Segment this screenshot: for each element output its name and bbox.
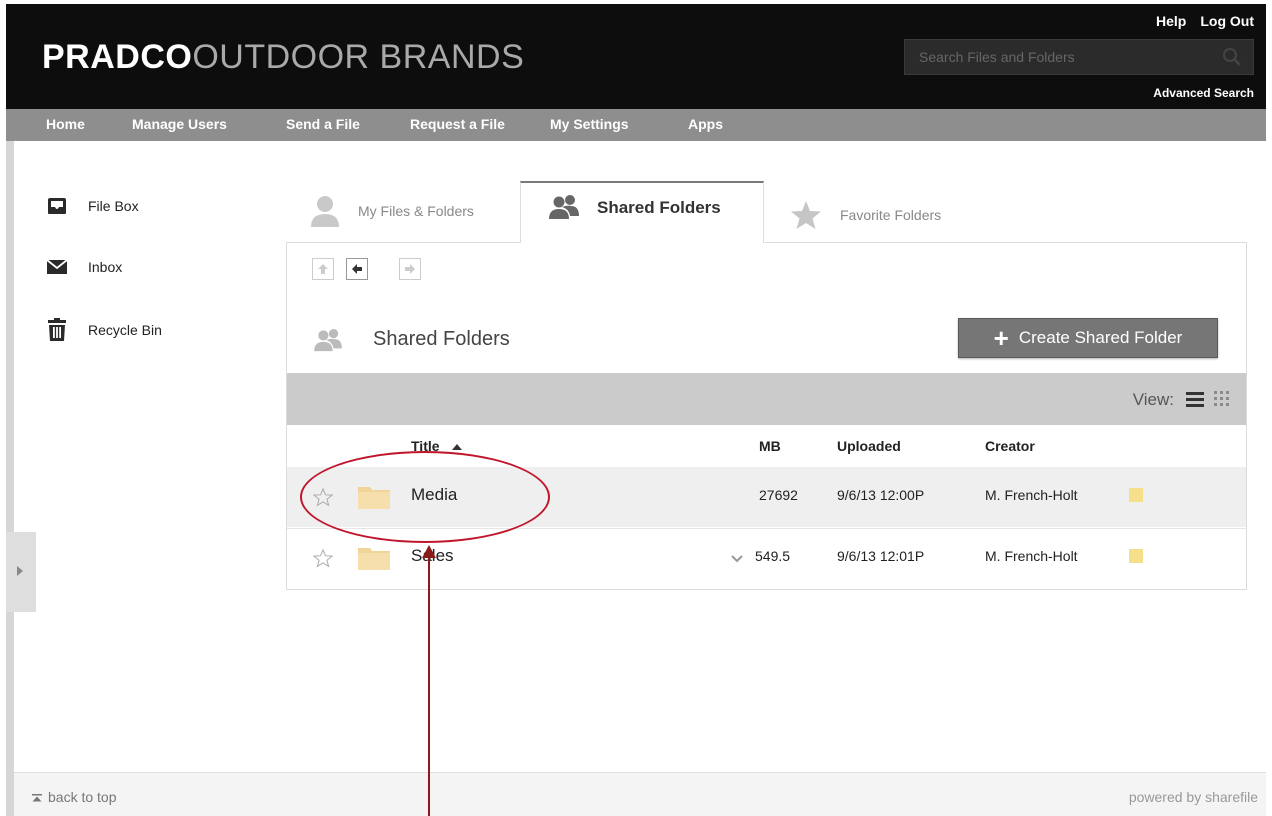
sidebar-item-label: Recycle Bin [88, 322, 162, 338]
left-strip [6, 141, 14, 816]
people-icon [314, 329, 342, 352]
forward-button[interactable] [399, 258, 421, 280]
arrow-up-icon [318, 264, 328, 274]
sidebar-item-label: Inbox [88, 259, 123, 275]
advanced-search-link[interactable]: Advanced Search [1153, 86, 1254, 100]
nav-send-a-file[interactable]: Send a File [286, 116, 360, 132]
footer: back to top powered by sharefile [14, 772, 1266, 816]
search-icon[interactable] [1221, 46, 1243, 68]
header: PRADCOOUTDOOR BRANDS Help Log Out Advance… [6, 4, 1266, 109]
nav-request-a-file[interactable]: Request a File [410, 116, 505, 132]
tab-label: Favorite Folders [840, 207, 942, 223]
sidebar-item-label: File Box [88, 198, 139, 214]
row-creator: M. French-Holt [985, 548, 1078, 564]
logo-thin: OUTDOOR BRANDS [192, 38, 525, 76]
back-button[interactable] [346, 258, 368, 280]
up-button[interactable] [312, 258, 334, 280]
brand-logo[interactable]: PRADCOOUTDOOR BRANDS [42, 38, 524, 77]
nav-home[interactable]: Home [46, 116, 85, 132]
chevron-right-icon [17, 566, 23, 576]
powered-by-text: powered by sharefile [1128, 789, 1258, 805]
person-icon [311, 196, 339, 227]
sidebar-toggle[interactable] [6, 532, 36, 612]
list-view-icon[interactable] [1186, 391, 1204, 407]
top-links: Help Log Out [1142, 13, 1254, 29]
create-button-label: Create Shared Folder [1018, 328, 1183, 347]
sidebar-item-inbox[interactable]: Inbox [46, 258, 122, 276]
view-label: View: [1132, 390, 1174, 409]
back-to-top-link[interactable]: back to top [32, 789, 117, 805]
plus-icon: + [993, 323, 1009, 353]
note-icon[interactable] [1129, 488, 1143, 502]
row-mb: 27692 [759, 487, 798, 503]
tab-favorite-folders[interactable]: Favorite Folders [790, 200, 941, 230]
tab-label: My Files & Folders [358, 203, 474, 219]
trash-icon [48, 318, 66, 341]
row-uploaded: 9/6/13 12:01P [837, 548, 925, 564]
arrow-right-icon [405, 264, 415, 274]
tray-icon [48, 198, 66, 214]
arrow-up-icon [32, 794, 42, 802]
star-icon [791, 201, 821, 229]
sort-ascending-icon [452, 444, 463, 450]
chevron-down-icon[interactable] [731, 555, 743, 563]
row-mb: 549.5 [755, 548, 791, 564]
tab-label: Shared Folders [597, 198, 721, 217]
logo-bold: PRADCO [42, 38, 193, 76]
annotation-ellipse [300, 451, 550, 543]
back-to-top-label: back to top [48, 789, 117, 805]
people-icon [549, 195, 579, 219]
annotation-arrow-line [428, 556, 430, 816]
row-uploaded: 9/6/13 12:00P [837, 487, 925, 503]
logout-link[interactable]: Log Out [1200, 13, 1254, 29]
sidebar-item-file-box[interactable]: File Box [46, 196, 139, 216]
search-box [904, 39, 1254, 75]
column-header-creator[interactable]: Creator [985, 438, 1035, 454]
search-input[interactable] [905, 40, 1205, 74]
sidebar-item-recycle-bin[interactable]: Recycle Bin [46, 318, 162, 342]
page-title: Shared Folders [373, 328, 510, 350]
view-toolbar: View: [287, 373, 1246, 425]
nav-my-settings[interactable]: My Settings [550, 116, 629, 132]
help-link[interactable]: Help [1156, 13, 1186, 29]
envelope-icon [46, 259, 68, 274]
arrow-left-icon [352, 264, 362, 274]
column-header-mb[interactable]: MB [759, 438, 781, 454]
folder-icon [358, 548, 390, 570]
nav-manage-users[interactable]: Manage Users [132, 116, 227, 132]
tab-shared-folders[interactable]: Shared Folders [549, 195, 721, 221]
nav-apps[interactable]: Apps [688, 116, 723, 132]
create-shared-folder-button[interactable]: + Create Shared Folder [958, 318, 1218, 358]
main-nav: Home Manage Users Send a File Request a … [6, 109, 1266, 141]
grid-view-icon[interactable] [1214, 391, 1230, 407]
tab-my-files-folders[interactable]: My Files & Folders [310, 195, 474, 227]
row-creator: M. French-Holt [985, 487, 1078, 503]
column-header-uploaded[interactable]: Uploaded [837, 438, 901, 454]
star-outline-icon[interactable] [313, 548, 333, 568]
note-icon[interactable] [1129, 549, 1143, 563]
